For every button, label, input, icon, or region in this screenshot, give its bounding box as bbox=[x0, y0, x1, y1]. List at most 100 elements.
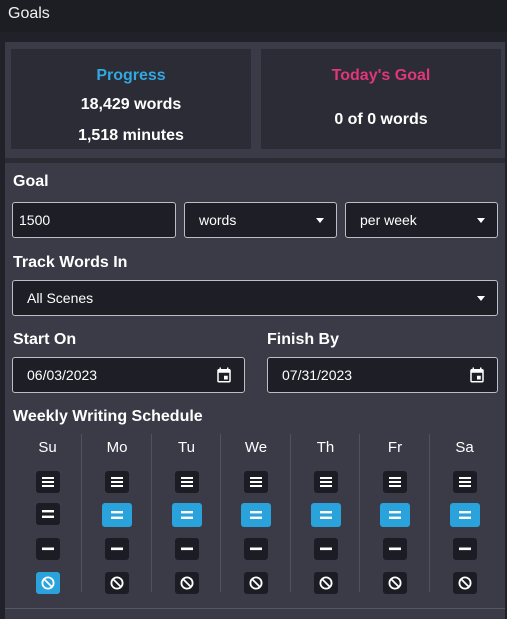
bottom-divider bbox=[5, 608, 505, 609]
weekly-schedule-grid: Su Mo Tu We Th Fr Sa bbox=[5, 432, 505, 602]
goal-amount-value: 1500 bbox=[19, 212, 51, 228]
schedule-high-button[interactable] bbox=[452, 471, 477, 493]
block-icon bbox=[319, 576, 332, 590]
block-icon bbox=[388, 576, 402, 590]
two-lines-icon bbox=[180, 511, 193, 519]
caret-down-icon bbox=[477, 218, 485, 223]
schedule-low-button[interactable] bbox=[105, 538, 129, 560]
start-date-value: 06/03/2023 bbox=[27, 367, 98, 383]
goal-unit-value: words bbox=[199, 212, 237, 228]
schedule-low-button[interactable] bbox=[35, 538, 60, 560]
three-lines-icon bbox=[319, 477, 332, 487]
track-words-value: All Scenes bbox=[27, 290, 94, 306]
one-line-icon bbox=[389, 547, 401, 551]
schedule-day-4: Th bbox=[291, 432, 360, 594]
schedule-normal-button[interactable] bbox=[310, 503, 341, 527]
two-lines-icon bbox=[458, 511, 471, 519]
block-icon bbox=[41, 576, 54, 590]
schedule-none-button[interactable] bbox=[35, 572, 60, 594]
day-label: Mo bbox=[106, 439, 128, 456]
start-on-label: Start On bbox=[13, 331, 77, 348]
calendar-icon[interactable] bbox=[468, 366, 486, 384]
three-lines-icon bbox=[389, 477, 401, 487]
schedule-day-2: Tu bbox=[152, 432, 221, 594]
schedule-normal-button[interactable] bbox=[171, 503, 202, 527]
day-label: Tu bbox=[178, 439, 195, 456]
day-label: Fr bbox=[387, 439, 403, 456]
schedule-none-button[interactable] bbox=[244, 572, 268, 594]
track-words-label: Track Words In bbox=[13, 254, 128, 271]
goal-amount-input[interactable]: 1500 bbox=[12, 202, 176, 238]
schedule-none-button[interactable] bbox=[383, 572, 407, 594]
finish-date-input[interactable]: 07/31/2023 bbox=[267, 357, 498, 393]
schedule-day-6: Sa bbox=[430, 432, 499, 594]
section-divider bbox=[5, 158, 505, 163]
one-line-icon bbox=[180, 547, 193, 551]
schedule-high-button[interactable] bbox=[383, 471, 407, 493]
progress-title: Progress bbox=[96, 67, 166, 84]
block-icon bbox=[110, 576, 124, 590]
three-lines-icon bbox=[458, 477, 471, 487]
day-label: We bbox=[244, 439, 268, 456]
schedule-normal-button[interactable] bbox=[380, 503, 410, 527]
one-line-icon bbox=[458, 547, 471, 551]
goal-label: Goal bbox=[13, 173, 49, 190]
track-words-select[interactable]: All Scenes bbox=[12, 280, 498, 316]
schedule-normal-button[interactable] bbox=[449, 503, 480, 527]
schedule-day-3: We bbox=[222, 432, 291, 594]
one-line-icon bbox=[250, 547, 262, 551]
todays-goal-words: 0 of 0 words bbox=[334, 111, 428, 128]
schedule-none-button[interactable] bbox=[313, 572, 338, 594]
day-label: Su bbox=[38, 439, 57, 456]
one-line-icon bbox=[111, 547, 123, 551]
schedule-none-button[interactable] bbox=[105, 572, 129, 594]
schedule-normal-button[interactable] bbox=[241, 503, 271, 527]
schedule-none-button[interactable] bbox=[174, 572, 199, 594]
block-icon bbox=[180, 576, 193, 590]
goal-period-select[interactable]: per week bbox=[345, 202, 498, 238]
schedule-high-button[interactable] bbox=[35, 471, 60, 493]
schedule-normal-button[interactable] bbox=[35, 503, 60, 525]
schedule-low-button[interactable] bbox=[383, 538, 407, 560]
progress-words: 18,429 words bbox=[80, 96, 182, 113]
two-lines-icon bbox=[250, 511, 262, 519]
window-title: Goals bbox=[8, 5, 50, 22]
progress-minutes: 1,518 minutes bbox=[78, 127, 184, 144]
caret-down-icon bbox=[316, 218, 324, 223]
weekly-schedule-label: Weekly Writing Schedule bbox=[13, 408, 203, 425]
calendar-icon[interactable] bbox=[215, 366, 233, 384]
schedule-low-button[interactable] bbox=[313, 538, 338, 560]
day-label: Th bbox=[316, 439, 335, 456]
schedule-high-button[interactable] bbox=[313, 471, 338, 493]
one-line-icon bbox=[41, 547, 54, 551]
two-lines-icon bbox=[319, 511, 332, 519]
three-lines-icon bbox=[250, 477, 262, 487]
caret-down-icon bbox=[477, 296, 485, 301]
schedule-low-button[interactable] bbox=[244, 538, 268, 560]
schedule-day-1: Mo bbox=[83, 432, 152, 594]
schedule-day-0: Su bbox=[13, 432, 82, 594]
block-icon bbox=[249, 576, 263, 590]
one-line-icon bbox=[319, 547, 332, 551]
progress-card: Progress 18,429 words 1,518 minutes bbox=[11, 49, 251, 149]
schedule-day-5: Fr bbox=[361, 432, 430, 594]
schedule-high-button[interactable] bbox=[174, 471, 199, 493]
block-icon bbox=[458, 576, 471, 590]
schedule-high-button[interactable] bbox=[244, 471, 268, 493]
three-lines-icon bbox=[41, 477, 54, 487]
start-date-input[interactable]: 06/03/2023 bbox=[12, 357, 245, 393]
schedule-high-button[interactable] bbox=[105, 471, 129, 493]
day-label: Sa bbox=[455, 439, 474, 456]
goal-period-value: per week bbox=[360, 212, 417, 228]
todays-goal-card: Today's Goal 0 of 0 words bbox=[261, 49, 501, 149]
goals-panel: Progress 18,429 words 1,518 minutes Toda… bbox=[5, 42, 505, 619]
three-lines-icon bbox=[111, 477, 123, 487]
goal-unit-select[interactable]: words bbox=[184, 202, 337, 238]
todays-goal-title: Today's Goal bbox=[331, 67, 431, 84]
schedule-low-button[interactable] bbox=[174, 538, 199, 560]
two-lines-icon bbox=[41, 510, 54, 518]
schedule-low-button[interactable] bbox=[452, 538, 477, 560]
schedule-none-button[interactable] bbox=[452, 572, 477, 594]
schedule-normal-button[interactable] bbox=[102, 503, 132, 527]
three-lines-icon bbox=[180, 477, 193, 487]
